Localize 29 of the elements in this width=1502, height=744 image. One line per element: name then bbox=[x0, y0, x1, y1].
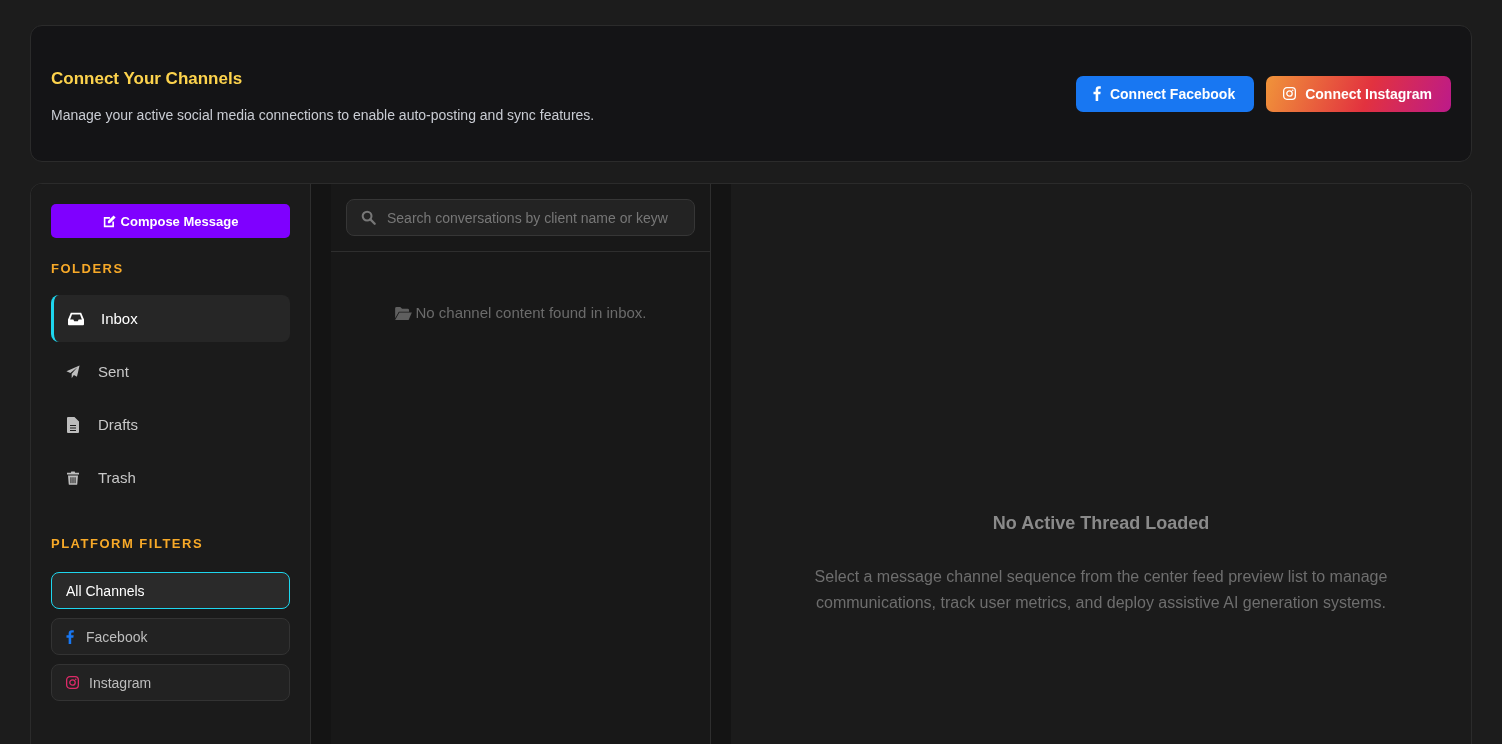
folder-item[interactable]: Sent bbox=[51, 348, 290, 395]
folder-item[interactable]: Trash bbox=[51, 454, 290, 501]
search-icon bbox=[361, 210, 376, 225]
section-heading: FOLDERS bbox=[51, 261, 125, 276]
folder-item[interactable]: Drafts bbox=[51, 401, 290, 448]
inbox-tray-icon bbox=[68, 311, 84, 326]
section-heading: PLATFORM FILTERS bbox=[51, 536, 205, 551]
empty-thread-description: Select a message channel sequence from the center feed preview list to manage communications, track user metrics, and deploy assistive AI generation systems. bbox=[813, 567, 1389, 613]
compose-button[interactable]: Compose Message bbox=[51, 204, 290, 238]
platform-filter[interactable]: All Channels bbox=[51, 572, 290, 609]
instagram-icon bbox=[66, 676, 79, 689]
instagram-icon bbox=[1283, 87, 1297, 100]
edit-icon bbox=[102, 214, 116, 228]
document-icon bbox=[67, 416, 79, 433]
empty-state-message: No channel content found in inbox. bbox=[415, 304, 647, 322]
search-field[interactable]: Search conversations by client name or keyw bbox=[346, 199, 695, 236]
page-subtitle: Manage your active social media connections to enable auto-posting and sync features. bbox=[51, 105, 595, 124]
folder-item[interactable]: Inbox bbox=[51, 295, 290, 342]
trash-icon bbox=[67, 469, 79, 486]
connect-button[interactable]: Connect Facebook bbox=[1075, 75, 1255, 112]
page-title: Connect Your Channels bbox=[51, 67, 244, 90]
facebook-icon bbox=[66, 629, 74, 644]
empty-thread-title: No Active Thread Loaded bbox=[992, 512, 1210, 534]
platform-filter[interactable]: Instagram bbox=[51, 664, 290, 701]
folder-icon bbox=[394, 306, 412, 320]
facebook-icon bbox=[1092, 86, 1101, 101]
connect-button[interactable]: Connect Instagram bbox=[1266, 75, 1451, 112]
paper-plane-icon bbox=[65, 364, 81, 379]
platform-filter[interactable]: Facebook bbox=[51, 618, 290, 655]
